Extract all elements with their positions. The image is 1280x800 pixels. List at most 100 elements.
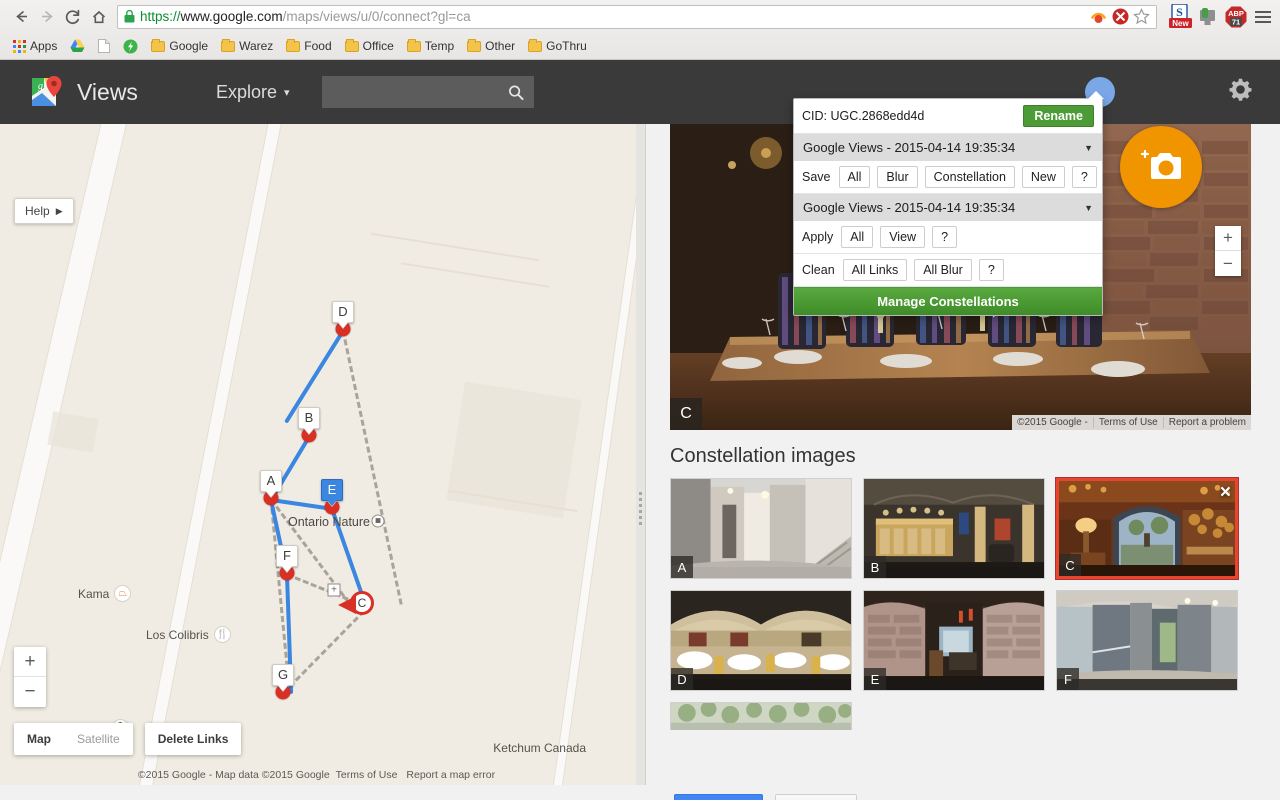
thumb-remove-button[interactable]: × — [1220, 483, 1231, 502]
bookmark-drive[interactable] — [65, 37, 90, 55]
svg-text:New: New — [1172, 19, 1189, 28]
manage-constellations-button[interactable]: Manage Constellations — [794, 287, 1102, 315]
constellation-thumb-f[interactable]: F — [1056, 590, 1238, 691]
pano-heading-cone-icon — [338, 596, 356, 614]
search-box[interactable] — [321, 76, 534, 108]
pano-label-f[interactable]: F — [276, 545, 298, 567]
bookmark-star-icon[interactable] — [1133, 8, 1150, 25]
map-attribution: ©2015 Google - Map data ©2015 Google Ter… — [0, 769, 636, 781]
save-help-button[interactable]: ? — [1071, 166, 1097, 188]
screen-extension-icon[interactable] — [1198, 7, 1218, 27]
map-report-link[interactable]: Report a map error — [406, 769, 495, 781]
constellation-thumb-b[interactable]: B — [863, 478, 1045, 579]
bookmark-label: Other — [485, 39, 516, 53]
apply-help-button[interactable]: ? — [932, 226, 958, 248]
explore-menu[interactable]: Explore ▾ — [216, 82, 290, 103]
map-zoom-in-button[interactable]: + — [14, 647, 46, 677]
map-poi-kama[interactable]: Kama ⏢ — [78, 585, 132, 602]
save-constellation-select[interactable]: Google Views - 2015-04-14 19:35:34 ▼ — [794, 134, 1102, 161]
bookmark-office[interactable]: Office — [340, 37, 399, 55]
delete-links-button[interactable]: Delete Links — [145, 723, 242, 755]
clean-help-button[interactable]: ? — [978, 259, 1004, 281]
pano-label-e[interactable]: E — [321, 479, 343, 501]
pano-current-marker-c[interactable]: C — [338, 591, 374, 615]
apply-view-button[interactable]: View — [880, 226, 926, 248]
home-icon[interactable] — [86, 4, 112, 30]
pano-label-d[interactable]: D — [332, 301, 354, 323]
constellation-thumb-e[interactable]: E — [863, 590, 1045, 691]
apply-select-value: Google Views - 2015-04-14 19:35:34 — [803, 200, 1016, 215]
add-photo-camera-button[interactable] — [1120, 126, 1202, 208]
map-poi-los-colibris[interactable]: Los Colibris 🍴 — [146, 626, 231, 643]
map-building — [446, 381, 582, 519]
map-type-map-button[interactable]: Map — [14, 723, 64, 755]
help-button[interactable]: Help ▶ — [14, 198, 74, 224]
views-logo[interactable]: g Views — [30, 74, 138, 110]
pano-zoom-in-button[interactable]: + — [1215, 226, 1241, 251]
adblock-plus-icon[interactable]: ABP 71 — [1224, 5, 1248, 29]
map-type-satellite-button[interactable]: Satellite — [64, 723, 133, 755]
back-arrow-icon[interactable] — [8, 4, 34, 30]
bookmark-gothru[interactable]: GoThru — [523, 37, 592, 55]
pano-label-a[interactable]: A — [260, 470, 282, 492]
chrome-menu-icon[interactable] — [1254, 8, 1272, 26]
pano-label-g[interactable]: G — [272, 664, 294, 686]
bookmark-warez[interactable]: Warez — [216, 37, 278, 55]
bookmark-other[interactable]: Other — [462, 37, 520, 55]
apply-constellation-select[interactable]: Google Views - 2015-04-14 19:35:34 ▼ — [794, 194, 1102, 221]
explore-label: Explore — [215, 81, 277, 102]
constellation-thumb-a[interactable]: A — [670, 478, 852, 579]
pane-splitter[interactable] — [636, 60, 646, 785]
thumb-floor — [1059, 565, 1235, 576]
action-bar: Publish Cancel — [647, 785, 1280, 800]
blocked-extension-icon[interactable] — [1112, 8, 1129, 25]
constellation-thumb-g[interactable]: G — [670, 702, 852, 730]
constellation-thumb-d[interactable]: D — [670, 590, 852, 691]
clean-all-blur-button[interactable]: All Blur — [914, 259, 972, 281]
save-blur-button[interactable]: Blur — [877, 166, 918, 188]
map-pane[interactable]: Help ▶ ■ + Ontario Nature A B D E F G C … — [0, 60, 636, 785]
header-right-controls — [1085, 77, 1280, 107]
pano-terms-link[interactable]: Terms of Use — [1092, 417, 1163, 428]
url-bar[interactable]: https://www.google.com/maps/views/u/0/co… — [117, 4, 1157, 29]
apply-all-button[interactable]: All — [841, 226, 874, 248]
reload-icon[interactable] — [60, 4, 86, 30]
clean-all-links-button[interactable]: All Links — [842, 259, 908, 281]
svg-text:S: S — [1176, 5, 1183, 19]
chevron-down-icon: ▼ — [1084, 202, 1093, 213]
bookmark-page[interactable] — [93, 37, 115, 55]
bookmark-temp[interactable]: Temp — [402, 37, 459, 55]
constellation-thumb-c[interactable]: × C — [1056, 478, 1238, 579]
gothru-extension-icon[interactable] — [1089, 7, 1108, 26]
apply-actions-row: Apply All View ? — [794, 221, 1102, 254]
bookmark-shield[interactable] — [118, 37, 143, 56]
map-zoom-out-button[interactable]: − — [14, 677, 46, 707]
save-all-button[interactable]: All — [838, 166, 871, 188]
publish-button[interactable]: Publish — [674, 793, 763, 800]
map-terms-link[interactable]: Terms of Use — [336, 769, 398, 781]
map-node-marker[interactable]: + — [327, 583, 341, 597]
cancel-button[interactable]: Cancel — [774, 793, 858, 800]
save-new-button[interactable]: New — [1021, 166, 1065, 188]
folder-icon — [528, 38, 543, 52]
map-node-marker[interactable]: ■ — [371, 514, 385, 528]
save-constellation-button[interactable]: Constellation — [924, 166, 1015, 188]
bookmark-food[interactable]: Food — [281, 37, 336, 55]
search-input[interactable] — [331, 84, 508, 100]
bookmark-google[interactable]: Google — [146, 37, 213, 55]
views-brand-label: Views — [77, 78, 138, 105]
rename-button[interactable]: Rename — [1023, 105, 1094, 127]
forward-arrow-icon[interactable] — [34, 4, 60, 30]
folder-icon — [344, 38, 359, 52]
s-new-extension-icon[interactable]: S New — [1169, 4, 1192, 29]
page-content: Help ▶ ■ + Ontario Nature A B D E F G C … — [0, 60, 1280, 800]
url-bar-icons — [1089, 7, 1150, 26]
thumb-badge: F — [1057, 668, 1079, 690]
thumb-badge: A — [671, 556, 693, 578]
pano-label-b[interactable]: B — [298, 407, 320, 429]
pano-report-link[interactable]: Report a problem — [1162, 417, 1251, 428]
gear-icon[interactable] — [1229, 78, 1252, 107]
pano-zoom-out-button[interactable]: − — [1215, 251, 1241, 276]
search-icon[interactable] — [508, 84, 524, 101]
bookmark-apps[interactable]: Apps — [8, 37, 62, 55]
